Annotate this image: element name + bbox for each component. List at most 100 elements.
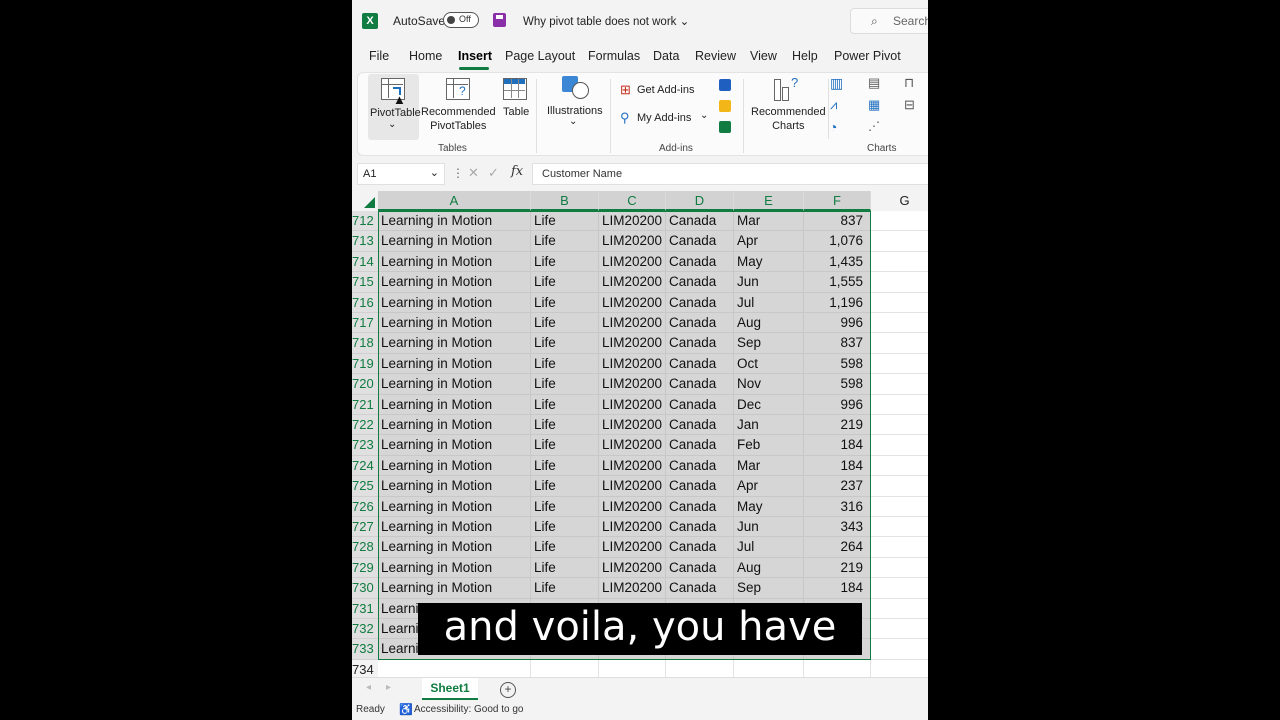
column-header-d[interactable]: D xyxy=(666,191,734,211)
cell-e[interactable]: Mar xyxy=(734,455,804,477)
cell-e[interactable]: Jan xyxy=(734,415,804,436)
name-box[interactable]: A1 ⌄ xyxy=(357,163,445,185)
tab-home[interactable]: Home xyxy=(409,49,442,63)
accessibility-status[interactable]: Accessibility: Good to go xyxy=(414,704,524,715)
cell-d[interactable]: Canada xyxy=(666,211,734,232)
column-header-e[interactable]: E xyxy=(734,191,804,211)
cell-g[interactable] xyxy=(871,394,928,415)
cell-f[interactable]: 1,196 xyxy=(804,292,871,313)
cell-g[interactable] xyxy=(871,455,928,477)
cell-d[interactable]: Canada xyxy=(666,353,734,375)
tab-insert[interactable]: Insert xyxy=(458,49,492,63)
cell-e[interactable]: Aug xyxy=(734,313,804,334)
cell-b[interactable]: Life xyxy=(531,394,599,415)
cell-c[interactable]: LIM20200 xyxy=(599,496,666,517)
tab-file[interactable]: File xyxy=(369,49,389,63)
cell-g[interactable] xyxy=(871,557,928,579)
cell-c[interactable]: LIM20200 xyxy=(599,211,666,232)
waterfall-chart-icon[interactable]: ⊓ xyxy=(904,75,914,91)
cell-d[interactable]: Canada xyxy=(666,333,734,354)
cell-a[interactable]: Learning in Motion xyxy=(378,313,531,334)
row-header[interactable]: 725 xyxy=(352,476,378,497)
get-addins-button[interactable]: Get Add-ins xyxy=(637,83,694,97)
cancel-icon[interactable]: ✕ xyxy=(468,165,479,181)
cell-e[interactable]: Apr xyxy=(734,231,804,252)
cell-f[interactable]: 316 xyxy=(804,496,871,517)
combo-chart-icon[interactable]: ⊟ xyxy=(904,97,915,113)
cell-a[interactable]: Learning in Motion xyxy=(378,333,531,354)
cell-d[interactable]: Canada xyxy=(666,537,734,558)
cell-a[interactable]: Learning in Motion xyxy=(378,578,531,599)
row-header[interactable]: 719 xyxy=(352,353,378,375)
cell-a[interactable]: Learning in Motion xyxy=(378,251,531,273)
cell-b[interactable]: Life xyxy=(531,231,599,252)
cell-b[interactable]: Life xyxy=(531,517,599,538)
search-box[interactable]: ⌕ Search xyxy=(850,8,928,34)
cell-g[interactable] xyxy=(871,374,928,395)
cell-g[interactable] xyxy=(871,231,928,252)
cell-c[interactable]: LIM20200 xyxy=(599,415,666,436)
cell-f[interactable]: 996 xyxy=(804,313,871,334)
cell-e[interactable]: Jul xyxy=(734,292,804,313)
cell-g[interactable] xyxy=(871,415,928,436)
cell-d[interactable]: Canada xyxy=(666,517,734,538)
cell-f[interactable]: 237 xyxy=(804,476,871,497)
cell-c[interactable]: LIM20200 xyxy=(599,251,666,273)
cell-d[interactable]: Canada xyxy=(666,313,734,334)
cell-a[interactable]: Learning in Motion xyxy=(378,211,531,232)
cell-g[interactable] xyxy=(871,251,928,273)
cell-b[interactable]: Life xyxy=(531,557,599,579)
cell-g[interactable] xyxy=(871,353,928,375)
cell-g[interactable] xyxy=(871,313,928,334)
autosave-toggle[interactable]: Off xyxy=(443,12,479,28)
table-button[interactable]: Table xyxy=(503,105,529,119)
visio-icon[interactable] xyxy=(719,79,731,91)
row-header[interactable]: 730 xyxy=(352,578,378,599)
cell-f[interactable]: 219 xyxy=(804,557,871,579)
row-header[interactable]: 723 xyxy=(352,435,378,456)
pie-chart-icon[interactable]: ◔ xyxy=(829,119,837,135)
cell-a[interactable]: Learning in Motion xyxy=(378,537,531,558)
cell-f[interactable]: 184 xyxy=(804,435,871,456)
column-header-g[interactable]: G xyxy=(871,191,928,211)
cell-f[interactable]: 184 xyxy=(804,578,871,599)
cell-c[interactable]: LIM20200 xyxy=(599,374,666,395)
cell-b[interactable]: Life xyxy=(531,272,599,293)
formula-input[interactable]: Customer Name xyxy=(532,163,928,185)
cell-e[interactable]: Dec xyxy=(734,394,804,415)
column-header-a[interactable]: A xyxy=(378,191,531,211)
cell-d[interactable]: Canada xyxy=(666,394,734,415)
row-header[interactable]: 721 xyxy=(352,394,378,415)
cell-f[interactable]: 1,076 xyxy=(804,231,871,252)
cell-c[interactable]: LIM20200 xyxy=(599,333,666,354)
cell-a[interactable]: Learning in Motion xyxy=(378,353,531,375)
column-header-b[interactable]: B xyxy=(531,191,599,211)
tab-page-layout[interactable]: Page Layout xyxy=(505,49,575,63)
cell-f[interactable]: 1,435 xyxy=(804,251,871,273)
cell-f[interactable]: 837 xyxy=(804,333,871,354)
cell-c[interactable]: LIM20200 xyxy=(599,537,666,558)
cell-d[interactable]: Canada xyxy=(666,496,734,517)
cell-g[interactable] xyxy=(871,211,928,232)
cell-a[interactable]: Learning in Motion xyxy=(378,415,531,436)
recommended-charts-button[interactable]: Recommended Charts xyxy=(751,105,826,133)
cell-b[interactable]: Life xyxy=(531,374,599,395)
cell-a[interactable]: Learning in Motion xyxy=(378,292,531,313)
cell-b[interactable]: Life xyxy=(531,292,599,313)
cell-f[interactable]: 264 xyxy=(804,537,871,558)
cell-g[interactable] xyxy=(871,619,928,640)
cell-b[interactable]: Life xyxy=(531,353,599,375)
column-chart-icon[interactable]: ▥ xyxy=(830,75,843,92)
cell-e[interactable]: Jul xyxy=(734,537,804,558)
cell-d[interactable]: Canada xyxy=(666,455,734,477)
cell-c[interactable]: LIM20200 xyxy=(599,313,666,334)
tab-data[interactable]: Data xyxy=(653,49,679,63)
cell-g[interactable] xyxy=(871,496,928,517)
cell-e[interactable]: Jun xyxy=(734,517,804,538)
row-header[interactable]: 720 xyxy=(352,374,378,395)
row-header[interactable]: 712 xyxy=(352,211,378,232)
cell-c[interactable]: LIM20200 xyxy=(599,476,666,497)
cell-e[interactable]: Oct xyxy=(734,353,804,375)
insert-function-icon[interactable]: fx xyxy=(511,164,523,179)
cell-f[interactable]: 1,555 xyxy=(804,272,871,293)
